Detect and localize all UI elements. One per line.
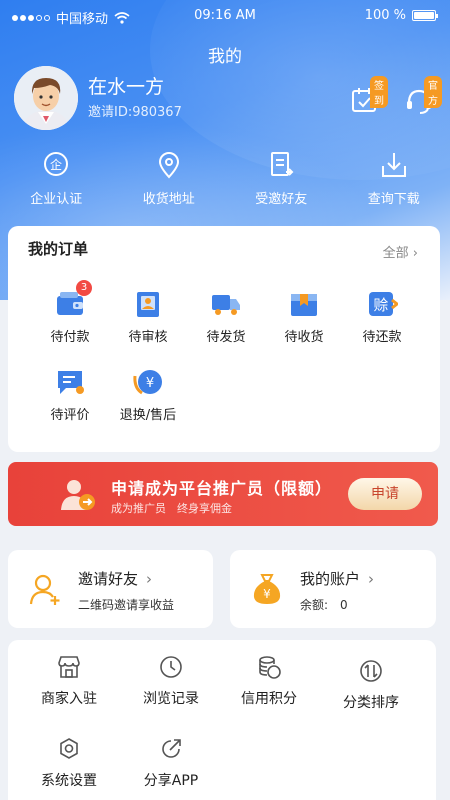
order-pending-payment[interactable]: 3 待付款 — [30, 280, 110, 345]
refund-icon: ¥ — [133, 370, 162, 395]
tool-label: 信用积分 — [241, 691, 297, 707]
store-icon — [58, 656, 80, 678]
order-label: 待审核 — [128, 330, 168, 345]
order-label: 待收货 — [284, 330, 324, 345]
my-account-card[interactable]: ¥ 我的账户 › 余额: 0 — [230, 550, 436, 628]
money-bag-icon: ¥ — [253, 574, 281, 604]
quick-label: 收货地址 — [142, 192, 195, 207]
promoter-icon — [61, 480, 95, 510]
orders-title: 我的订单 — [28, 240, 89, 258]
tool-label: 分享APP — [143, 773, 199, 789]
review-icon — [137, 292, 159, 317]
download-icon — [381, 153, 406, 177]
order-label: 待还款 — [362, 330, 402, 345]
tool-browse-history[interactable]: 浏览记录 — [126, 654, 216, 708]
order-pending-shipment[interactable]: 待发货 — [186, 288, 266, 345]
tool-category-sort[interactable]: 分类排序 — [326, 658, 416, 712]
promoter-banner[interactable]: 申请成为平台推广员（限额） 成为推广员 终身享佣金 申请 — [8, 462, 438, 526]
battery-icon — [412, 10, 438, 21]
repay-icon: 赊 — [369, 292, 400, 316]
order-label: 待付款 — [50, 330, 90, 345]
order-pending-receipt[interactable]: 待收货 — [264, 288, 344, 345]
order-pending-comment[interactable]: 待评价 — [30, 366, 110, 423]
coins-icon — [259, 656, 281, 679]
username: 在水一方 — [88, 76, 165, 98]
order-label: 待评价 — [50, 408, 90, 423]
invited-friends-icon — [271, 152, 294, 176]
official-badge: 官方 — [424, 76, 442, 108]
invite-id: 邀请ID:980367 — [88, 105, 182, 120]
svg-text:¥: ¥ — [263, 587, 271, 601]
tool-label: 浏览记录 — [143, 691, 199, 707]
quick-label: 企业认证 — [30, 192, 83, 207]
quick-actions: 企 企业认证 收货地址 受邀好友 查询下载 — [0, 150, 450, 220]
package-icon — [291, 294, 317, 316]
orders-card: 我的订单 全部 › 3 待付款 待审核 待发货 待收货 赊 待还款 待评价 ¥ … — [8, 226, 440, 452]
avatar-image — [14, 66, 78, 130]
order-label: 待发货 — [206, 330, 246, 345]
order-pending-review[interactable]: 待审核 — [108, 288, 188, 345]
promo-subtitle: 成为推广员 终身享佣金 — [111, 502, 232, 515]
quick-label: 受邀好友 — [255, 192, 308, 207]
quick-label: 查询下载 — [367, 192, 420, 207]
orders-all-label: 全部 — [382, 246, 409, 261]
quick-address[interactable]: 收货地址 — [113, 150, 226, 220]
tool-label: 系统设置 — [41, 773, 97, 789]
location-pin-icon — [158, 152, 179, 179]
tool-label: 分类排序 — [343, 695, 399, 711]
chevron-right-icon: › — [412, 246, 418, 261]
battery-percent: 100 % — [364, 8, 406, 23]
order-refund-aftersale[interactable]: ¥ 退换/售后 — [108, 366, 188, 423]
invite-friends-card[interactable]: 邀请好友 › 二维码邀请享收益 — [8, 550, 213, 628]
checkin-button[interactable]: 签到 — [350, 76, 388, 114]
sort-icon — [360, 660, 382, 682]
svg-text:¥: ¥ — [146, 376, 154, 391]
quick-invited-friends[interactable]: 受邀好友 — [225, 150, 338, 220]
quick-company-certify[interactable]: 企 企业认证 — [0, 150, 113, 220]
settings-icon — [60, 738, 78, 759]
comment-icon — [58, 371, 84, 394]
page-title: 我的 — [208, 47, 242, 67]
svg-text:赊: 赊 — [373, 296, 388, 314]
pending-payment-count: 3 — [76, 280, 92, 296]
order-pending-repayment[interactable]: 赊 待还款 — [342, 288, 422, 345]
clock-icon — [160, 656, 182, 678]
chevron-right-icon: › — [368, 570, 375, 588]
tool-label: 商家入驻 — [41, 691, 97, 707]
tool-system-settings[interactable]: 系统设置 — [24, 736, 114, 790]
add-user-icon — [29, 574, 60, 605]
tool-merchant-join[interactable]: 商家入驻 — [24, 654, 114, 708]
apply-button[interactable]: 申请 — [348, 478, 422, 510]
tools-card: 商家入驻 浏览记录 信用积分 分类排序 系统设置 分享APP — [8, 640, 436, 800]
promo-title: 申请成为平台推广员（限额） — [111, 479, 333, 498]
truck-icon — [212, 295, 240, 315]
avatar[interactable] — [14, 66, 78, 130]
quick-download[interactable]: 查询下载 — [338, 150, 450, 220]
tool-credit-points[interactable]: 信用积分 — [224, 654, 314, 708]
company-certify-icon: 企 — [44, 152, 69, 176]
tool-share-app[interactable]: 分享APP — [126, 736, 216, 790]
svg-text:企: 企 — [50, 157, 62, 172]
orders-all-link[interactable]: 全部 › — [383, 242, 418, 261]
account-title: 我的账户 — [300, 570, 361, 588]
status-bar: 中国移动 09:16 AM 100 % — [0, 8, 450, 28]
order-label: 退换/售后 — [119, 408, 177, 423]
share-icon — [162, 739, 181, 758]
invite-subtitle: 二维码邀请享收益 — [78, 598, 175, 612]
account-balance: 余额: 0 — [300, 598, 348, 612]
chevron-right-icon: › — [146, 570, 153, 588]
customer-service-button[interactable]: 官方 — [404, 76, 442, 114]
invite-title: 邀请好友 — [78, 570, 139, 588]
checkin-badge: 签到 — [370, 76, 388, 108]
